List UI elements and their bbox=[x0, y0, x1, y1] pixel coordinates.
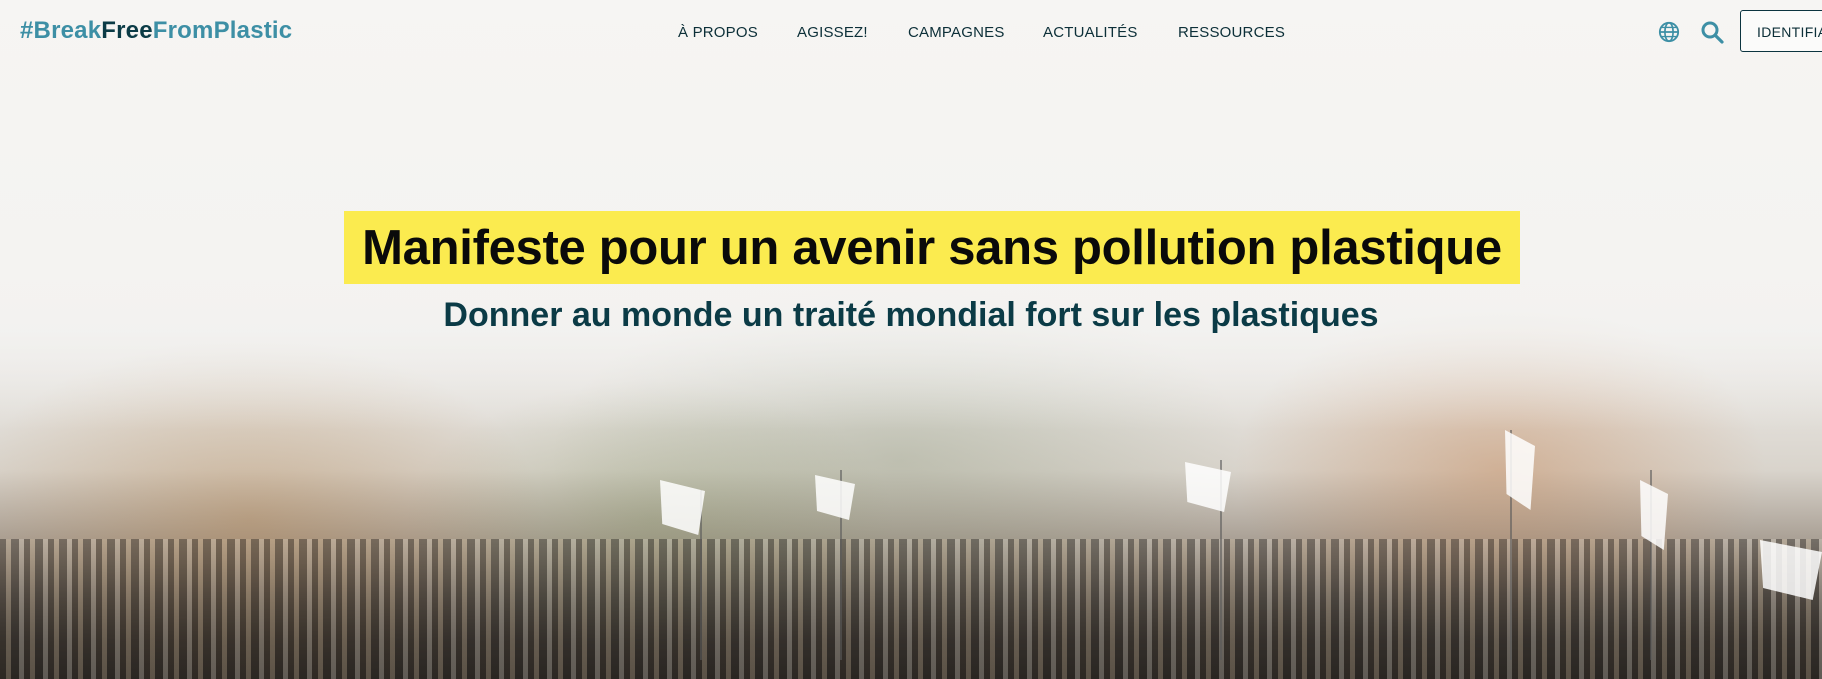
logo-part-free: Free bbox=[101, 17, 153, 44]
hero-crowd-illustration bbox=[0, 539, 1822, 679]
site-header: #BreakFreeFromPlastic À PROPOS AGISSEZ! … bbox=[0, 0, 1822, 66]
globe-icon[interactable] bbox=[1658, 21, 1680, 43]
nav-item-campagnes[interactable]: CAMPAGNES bbox=[908, 24, 1005, 41]
nav-item-actualites[interactable]: ACTUALITÉS bbox=[1043, 24, 1138, 41]
hero-subtitle: Donner au monde un traité mondial fort s… bbox=[443, 296, 1379, 334]
hero-title-highlight: Manifeste pour un avenir sans pollution … bbox=[344, 211, 1520, 284]
logo-part-break: #Break bbox=[20, 17, 102, 44]
hero-title: Manifeste pour un avenir sans pollution … bbox=[362, 220, 1502, 275]
login-button[interactable]: IDENTIFIANT bbox=[1740, 10, 1822, 52]
logo-part-fromplastic: FromPlastic bbox=[152, 17, 293, 44]
nav-item-agissez[interactable]: AGISSEZ! bbox=[797, 24, 868, 41]
page: #BreakFreeFromPlastic À PROPOS AGISSEZ! … bbox=[0, 0, 1822, 679]
site-logo[interactable]: #BreakFreeFromPlastic bbox=[20, 17, 292, 45]
search-icon[interactable] bbox=[1700, 20, 1724, 44]
nav-item-ressources[interactable]: RESSOURCES bbox=[1178, 24, 1285, 41]
nav-item-a-propos[interactable]: À PROPOS bbox=[678, 24, 758, 41]
